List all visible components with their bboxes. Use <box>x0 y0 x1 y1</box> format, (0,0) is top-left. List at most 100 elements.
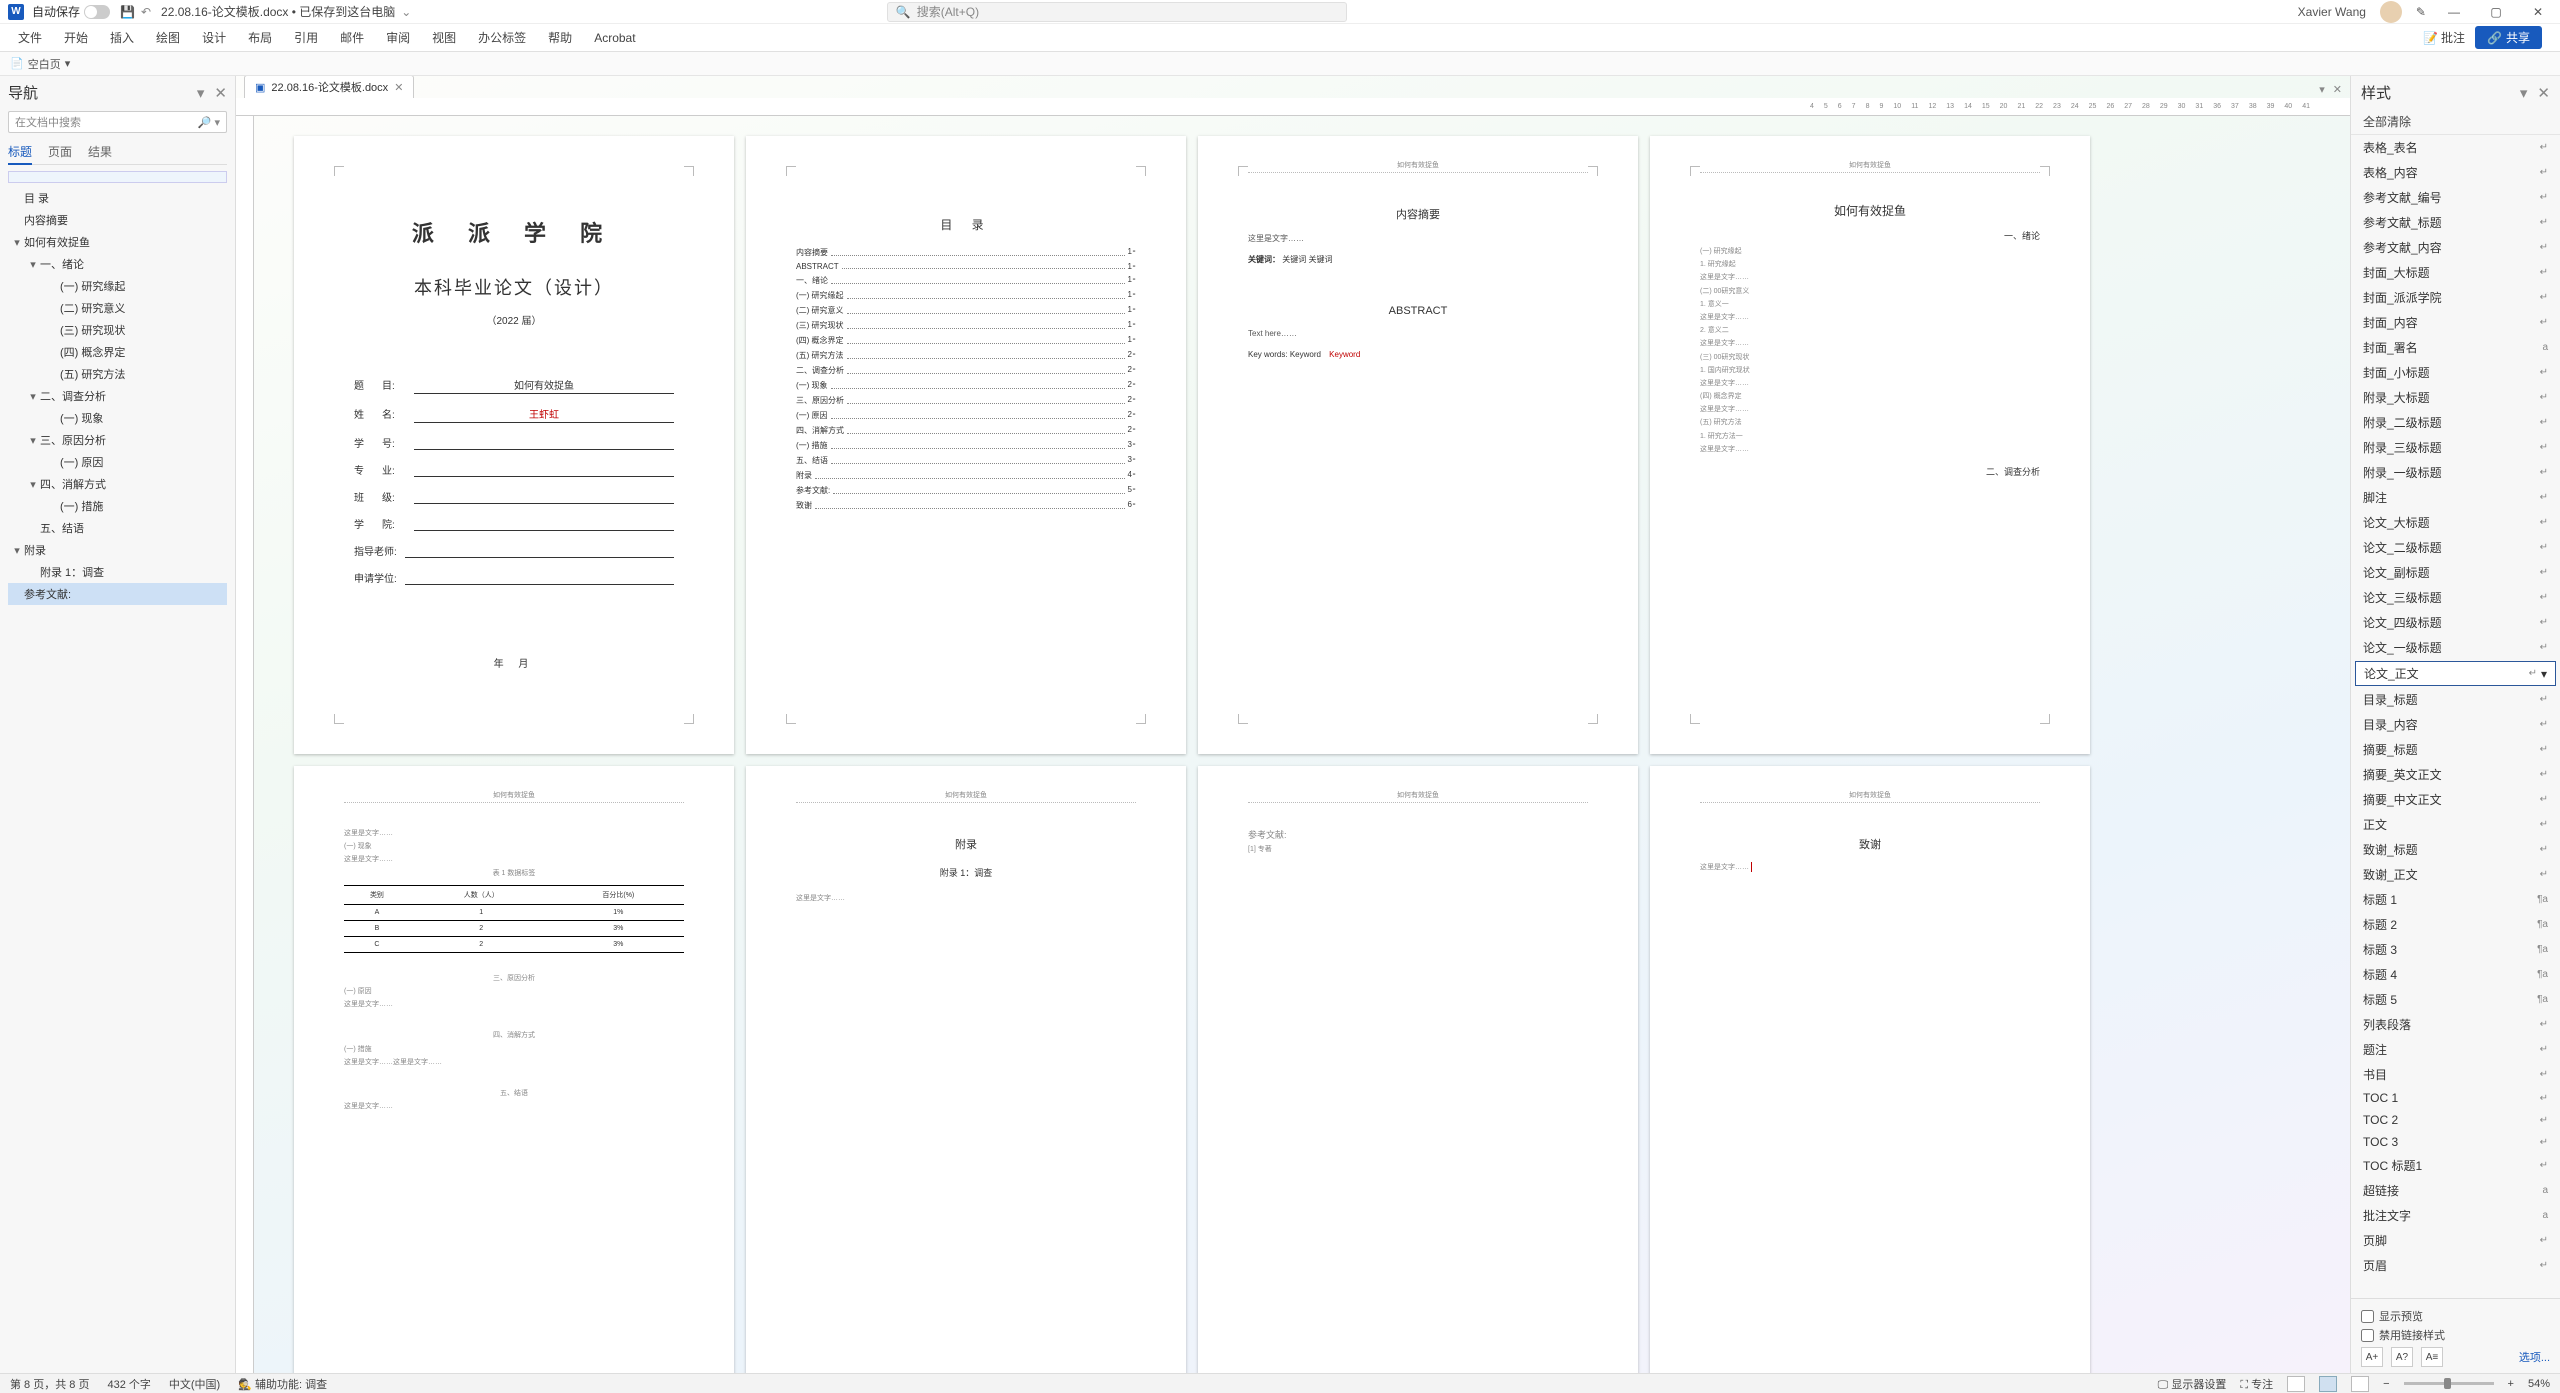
style-item[interactable]: 附录_三级标题↵ <box>2351 435 2560 460</box>
undo-icon[interactable]: ↶ <box>141 5 151 19</box>
nav-item[interactable]: (一) 现象 <box>8 407 227 429</box>
status-accessibility[interactable]: 🕵 辅助功能: 调查 <box>238 1376 327 1392</box>
styles-list[interactable]: 表格_表名↵表格_内容↵参考文献_编号↵参考文献_标题↵参考文献_内容↵封面_大… <box>2351 134 2560 1298</box>
nav-item[interactable]: (二) 研究意义 <box>8 297 227 319</box>
ribbon-tab-draw[interactable]: 绘图 <box>156 29 180 46</box>
style-item[interactable]: 附录_大标题↵ <box>2351 385 2560 410</box>
toc-entry[interactable]: 三、原因分析2⁃ <box>796 395 1136 406</box>
status-words[interactable]: 432 个字 <box>107 1376 150 1392</box>
style-item[interactable]: 目录_内容↵ <box>2351 712 2560 737</box>
style-item[interactable]: 参考文献_编号↵ <box>2351 185 2560 210</box>
styles-dropdown-icon[interactable]: ▾ <box>2520 84 2528 102</box>
style-item[interactable]: 摘要_标题↵ <box>2351 737 2560 762</box>
new-style-button[interactable]: A+ <box>2361 1347 2383 1367</box>
nav-item[interactable]: 内容摘要 <box>8 209 227 231</box>
style-item[interactable]: 页脚↵ <box>2351 1228 2560 1253</box>
focus-mode[interactable]: ⛶ 专注 <box>2240 1376 2273 1392</box>
caret-icon[interactable]: ▾ <box>28 434 38 447</box>
style-item[interactable]: 标题 4¶a <box>2351 962 2560 987</box>
style-item[interactable]: 题注↵ <box>2351 1037 2560 1062</box>
nav-item[interactable]: ▾二、调查分析 <box>8 385 227 407</box>
ribbon-tab-view[interactable]: 视图 <box>432 29 456 46</box>
zoom-slider[interactable] <box>2404 1382 2494 1385</box>
document-tab-close[interactable]: ✕ <box>394 81 403 94</box>
style-item[interactable]: 参考文献_内容↵ <box>2351 235 2560 260</box>
user-avatar[interactable] <box>2380 1 2402 23</box>
nav-tab-results[interactable]: 结果 <box>88 143 112 160</box>
style-item[interactable]: 致谢_标题↵ <box>2351 837 2560 862</box>
caret-icon[interactable]: ▾ <box>12 544 22 557</box>
view-web-layout[interactable] <box>2351 1376 2369 1392</box>
style-item[interactable]: 论文_二级标题↵ <box>2351 535 2560 560</box>
close-button[interactable]: ✕ <box>2524 5 2552 19</box>
minimize-button[interactable]: — <box>2440 5 2468 19</box>
nav-close-icon[interactable]: ✕ <box>214 84 227 102</box>
style-item[interactable]: 论文_三级标题↵ <box>2351 585 2560 610</box>
show-preview-checkbox[interactable]: 显示预览 <box>2361 1308 2550 1324</box>
style-clear-all[interactable]: 全部清除 <box>2351 109 2560 134</box>
nav-item[interactable]: (四) 概念界定 <box>8 341 227 363</box>
manage-styles-button[interactable]: A≡ <box>2421 1347 2443 1367</box>
caret-icon[interactable]: ▾ <box>28 478 38 491</box>
style-item[interactable]: 目录_标题↵ <box>2351 687 2560 712</box>
nav-item[interactable]: ▾如何有效捉鱼 <box>8 231 227 253</box>
maximize-button[interactable]: ▢ <box>2482 5 2510 19</box>
nav-item[interactable]: (一) 原因 <box>8 451 227 473</box>
view-print-layout[interactable] <box>2319 1376 2337 1392</box>
toc-entry[interactable]: ABSTRACT1⁃ <box>796 262 1136 271</box>
page-7-references[interactable]: 如何有效捉鱼 参考文献: [1] 专著 <box>1198 766 1638 1373</box>
page-3-abstract[interactable]: 如何有效捉鱼 内容摘要 这里是文字…… 关键词： 关键词 关键词 ABSTRAC… <box>1198 136 1638 754</box>
nav-item[interactable]: ▾三、原因分析 <box>8 429 227 451</box>
nav-item[interactable]: ▾一、绪论 <box>8 253 227 275</box>
toc-entry[interactable]: (一) 研究缘起1⁃ <box>796 290 1136 301</box>
style-item[interactable]: 封面_派派学院↵ <box>2351 285 2560 310</box>
ribbon-tab-layout[interactable]: 布局 <box>248 29 272 46</box>
status-page[interactable]: 第 8 页，共 8 页 <box>10 1376 89 1392</box>
style-item[interactable]: 页眉↵ <box>2351 1253 2560 1278</box>
toc-entry[interactable]: (一) 措施3⁃ <box>796 440 1136 451</box>
status-lang[interactable]: 中文(中国) <box>169 1376 220 1392</box>
horizontal-ruler[interactable]: 4567891011121314152021222324252627282930… <box>236 98 2350 116</box>
style-item[interactable]: 摘要_中文正文↵ <box>2351 787 2560 812</box>
style-item[interactable]: TOC 1↵ <box>2351 1087 2560 1109</box>
toc-entry[interactable]: 二、调查分析2⁃ <box>796 365 1136 376</box>
style-item[interactable]: 封面_署名a <box>2351 335 2560 360</box>
ribbon-tab-file[interactable]: 文件 <box>18 29 42 46</box>
toc-entry[interactable]: 五、结语3⁃ <box>796 455 1136 466</box>
nav-item[interactable]: (三) 研究现状 <box>8 319 227 341</box>
style-dropdown-icon[interactable]: ▾ <box>2541 667 2547 681</box>
style-item[interactable]: 封面_小标题↵ <box>2351 360 2560 385</box>
toc-entry[interactable]: 附录4⁃ <box>796 470 1136 481</box>
style-item[interactable]: 脚注↵ <box>2351 485 2560 510</box>
toc-entry[interactable]: (四) 概念界定1⁃ <box>796 335 1136 346</box>
ribbon-tab-acrobat[interactable]: Acrobat <box>594 31 635 45</box>
style-item[interactable]: TOC 2↵ <box>2351 1109 2560 1131</box>
style-item[interactable]: 表格_内容↵ <box>2351 160 2560 185</box>
nav-item[interactable]: (五) 研究方法 <box>8 363 227 385</box>
comments-button[interactable]: 📝 批注 <box>2423 29 2465 46</box>
style-item[interactable]: 论文_大标题↵ <box>2351 510 2560 535</box>
nav-item[interactable]: (一) 研究缘起 <box>8 275 227 297</box>
style-item[interactable]: TOC 标题1↵ <box>2351 1153 2560 1178</box>
style-item[interactable]: 论文_一级标题↵ <box>2351 635 2560 660</box>
style-item[interactable]: 附录_二级标题↵ <box>2351 410 2560 435</box>
toggle-pill[interactable] <box>84 5 110 19</box>
nav-tab-pages[interactable]: 页面 <box>48 143 72 160</box>
blank-page-button[interactable]: 📄 空白页 ▾ <box>10 56 70 72</box>
pen-mode-icon[interactable]: ✎ <box>2416 5 2426 19</box>
document-tab[interactable]: ▣ 22.08.16-论文模板.docx ✕ <box>244 76 414 98</box>
save-icon[interactable]: 💾 <box>120 5 135 19</box>
style-item[interactable]: 标题 1¶a <box>2351 887 2560 912</box>
nav-item[interactable]: 参考文献: <box>8 583 227 605</box>
share-button[interactable]: 🔗 共享 <box>2475 26 2542 49</box>
document-title[interactable]: 22.08.16-论文模板.docx • 已保存到这台电脑 <box>161 3 395 20</box>
caret-icon[interactable]: ▾ <box>28 258 38 271</box>
toc-entry[interactable]: (三) 研究现状1⁃ <box>796 320 1136 331</box>
style-item[interactable]: 正文↵ <box>2351 812 2560 837</box>
user-name[interactable]: Xavier Wang <box>2298 5 2366 19</box>
pages-scroll[interactable]: 派 派 学 院 本科毕业论文（设计） （2022 届） 题目:如何有效捉鱼姓名:… <box>254 116 2350 1373</box>
zoom-in[interactable]: + <box>2508 1378 2514 1390</box>
vertical-ruler[interactable] <box>236 116 254 1373</box>
ribbon-tab-references[interactable]: 引用 <box>294 29 318 46</box>
tab-strip-dropdown[interactable]: ▾ <box>2319 83 2325 96</box>
